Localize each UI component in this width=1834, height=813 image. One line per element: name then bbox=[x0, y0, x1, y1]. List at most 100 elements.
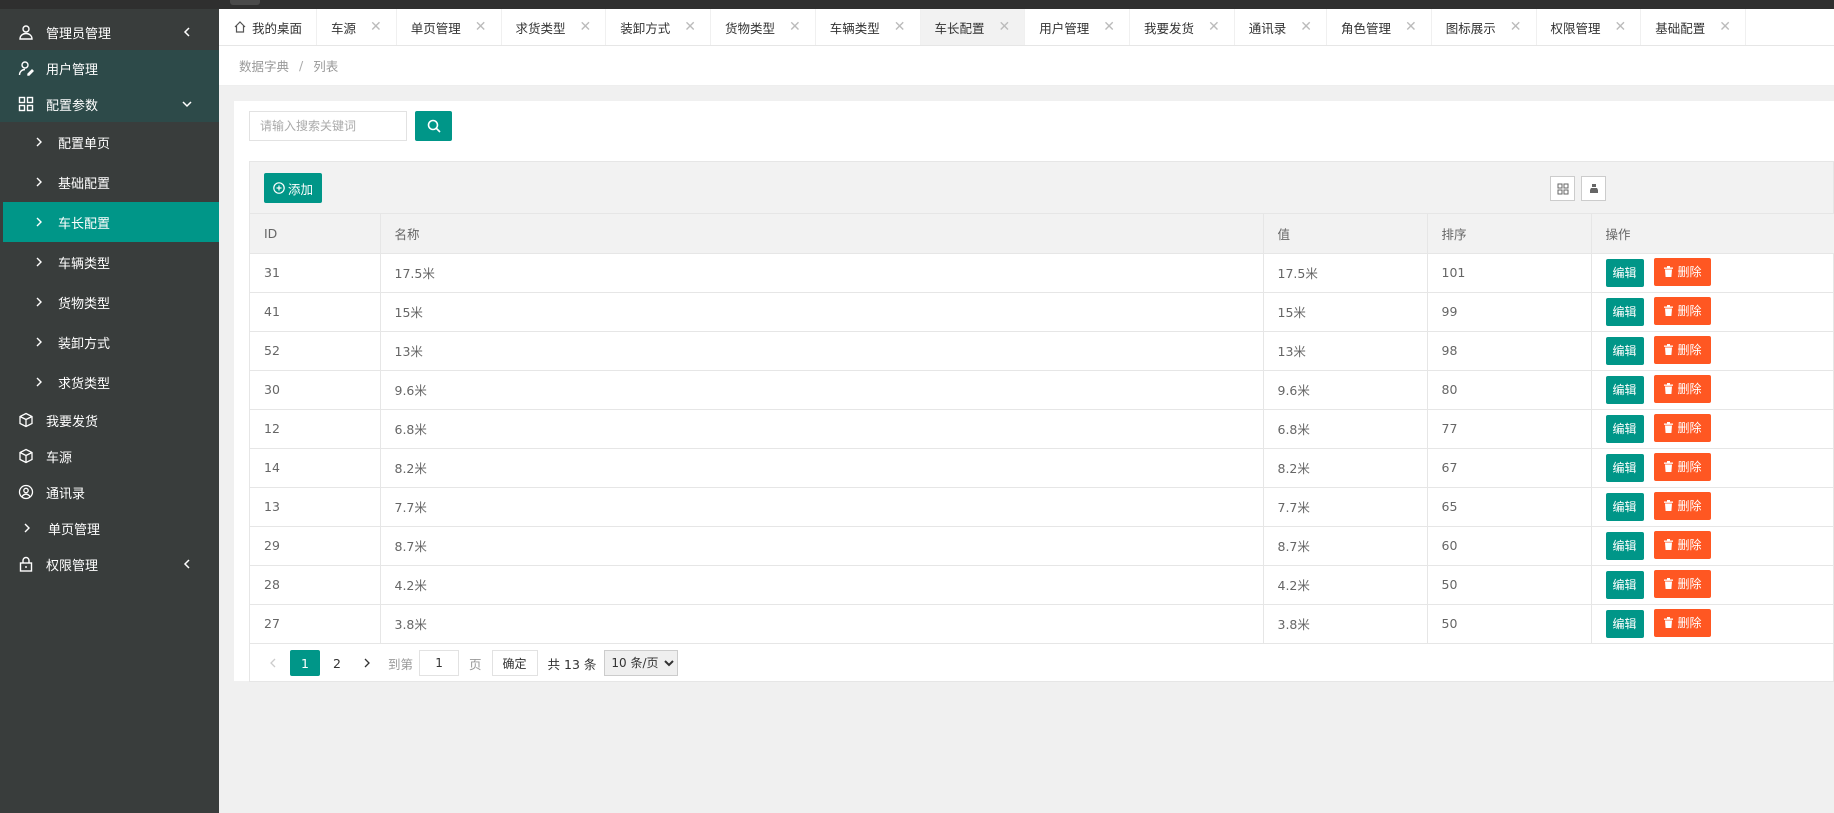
chevron-left-icon bbox=[181, 26, 193, 38]
close-icon[interactable]: ✕ bbox=[580, 19, 592, 35]
tab-12[interactable]: 图标展示 ✕ bbox=[1432, 9, 1537, 45]
cell-sort: 65 bbox=[1427, 487, 1592, 527]
edit-button[interactable]: 编辑 bbox=[1605, 337, 1644, 366]
export-button[interactable] bbox=[1581, 176, 1606, 201]
sidebar-item-users[interactable]: 用户管理 bbox=[0, 50, 219, 86]
sidebar-item-permissions[interactable]: 权限管理 bbox=[0, 546, 219, 582]
search-button[interactable] bbox=[415, 111, 452, 141]
tab-9[interactable]: 我要发货 ✕ bbox=[1130, 9, 1235, 45]
cell-value: 4.2米 bbox=[1263, 565, 1428, 605]
delete-button[interactable]: 删除 bbox=[1653, 608, 1711, 637]
page-button-2[interactable]: 2 bbox=[322, 650, 352, 676]
tab-5[interactable]: 货物类型 ✕ bbox=[711, 9, 816, 45]
goto-page-input[interactable] bbox=[419, 650, 460, 676]
close-icon[interactable]: ✕ bbox=[1103, 19, 1115, 35]
close-icon[interactable]: ✕ bbox=[1300, 19, 1312, 35]
search-input[interactable] bbox=[249, 111, 407, 141]
edit-button[interactable]: 编辑 bbox=[1605, 493, 1644, 522]
tab-14[interactable]: 基础配置 ✕ bbox=[1641, 9, 1747, 45]
edit-button[interactable]: 编辑 bbox=[1605, 454, 1644, 483]
sidebar-item-admin[interactable]: 管理员管理 bbox=[0, 14, 219, 50]
breadcrumb-separator: / bbox=[299, 58, 304, 73]
close-icon[interactable]: ✕ bbox=[999, 19, 1011, 35]
sidebar-subitem-demand-type[interactable]: 求货类型 bbox=[0, 362, 219, 402]
cell-sort: 50 bbox=[1427, 565, 1592, 605]
chevron-right-icon bbox=[34, 337, 44, 347]
close-icon[interactable]: ✕ bbox=[684, 19, 696, 35]
sidebar-item-vehicles[interactable]: 车源 bbox=[0, 438, 219, 474]
cell-value: 13米 bbox=[1263, 331, 1428, 371]
close-icon[interactable]: ✕ bbox=[1208, 19, 1220, 35]
close-icon[interactable]: ✕ bbox=[1719, 19, 1731, 35]
tab-label: 车长配置 bbox=[934, 20, 985, 36]
tab-bar: 我的桌面 车源 ✕ 单页管理 ✕ 求货类型 ✕ 装卸方式 ✕ 货物类型 ✕ 车辆类型 ✕ 车长配置 ✕ 用户管… bbox=[219, 9, 1834, 46]
add-button[interactable]: 添加 bbox=[264, 173, 323, 203]
edit-button[interactable]: 编辑 bbox=[1605, 376, 1644, 405]
delete-button[interactable]: 删除 bbox=[1653, 296, 1711, 325]
sidebar-subitem-cargo-type[interactable]: 货物类型 bbox=[0, 282, 219, 322]
cell-name: 4.2米 bbox=[380, 565, 1264, 605]
sidebar-subitem-length-config[interactable]: 车长配置 bbox=[3, 202, 219, 242]
sidebar-item-contacts[interactable]: 通讯录 bbox=[0, 474, 219, 510]
sidebar-item-config[interactable]: 配置参数 bbox=[0, 86, 219, 122]
cell-sort: 50 bbox=[1427, 604, 1592, 644]
breadcrumb-parent[interactable]: 数据字典 bbox=[239, 56, 289, 75]
sidebar-subitem-loading-method[interactable]: 装卸方式 bbox=[0, 322, 219, 362]
trash-icon bbox=[1663, 461, 1673, 473]
trash-icon bbox=[1663, 422, 1673, 434]
column-header-name[interactable]: 名称 bbox=[380, 214, 1264, 254]
sidebar-subitem-vehicle-type[interactable]: 车辆类型 bbox=[0, 242, 219, 282]
chevron-right-icon bbox=[34, 257, 44, 267]
close-icon[interactable]: ✕ bbox=[370, 19, 382, 35]
next-page-button[interactable] bbox=[352, 650, 382, 676]
tab-0[interactable]: 我的桌面 bbox=[219, 9, 318, 45]
trash-icon bbox=[1663, 266, 1673, 278]
goto-confirm-button[interactable]: 确定 bbox=[491, 650, 538, 676]
page-button-1[interactable]: 1 bbox=[290, 650, 320, 676]
sidebar-subitem-page-config[interactable]: 配置单页 bbox=[0, 122, 219, 162]
tab-10[interactable]: 通讯录 ✕ bbox=[1235, 9, 1328, 45]
tab-2[interactable]: 单页管理 ✕ bbox=[397, 9, 502, 45]
page-size-select[interactable]: 10 条/页 bbox=[604, 650, 679, 676]
close-icon[interactable]: ✕ bbox=[894, 19, 906, 35]
edit-button[interactable]: 编辑 bbox=[1605, 532, 1644, 561]
delete-button[interactable]: 删除 bbox=[1653, 257, 1711, 286]
close-icon[interactable]: ✕ bbox=[1615, 19, 1627, 35]
main-card: 添加 ID 名称 值 排序 操作 3117.5米17.5米101编辑删除4115… bbox=[234, 101, 1834, 682]
tab-8[interactable]: 用户管理 ✕ bbox=[1025, 9, 1131, 45]
edit-button[interactable]: 编辑 bbox=[1605, 415, 1644, 444]
tab-11[interactable]: 角色管理 ✕ bbox=[1327, 9, 1432, 45]
delete-button[interactable]: 删除 bbox=[1653, 413, 1711, 442]
tab-7[interactable]: 车长配置 ✕ bbox=[920, 9, 1026, 45]
close-icon[interactable]: ✕ bbox=[1510, 19, 1522, 35]
column-header-id[interactable]: ID bbox=[250, 214, 381, 254]
delete-button-label: 删除 bbox=[1677, 343, 1702, 358]
delete-button[interactable]: 删除 bbox=[1653, 374, 1711, 403]
cell-actions: 编辑 删除 bbox=[1591, 604, 1834, 644]
delete-button[interactable]: 删除 bbox=[1653, 530, 1711, 559]
close-icon[interactable]: ✕ bbox=[475, 19, 487, 35]
edit-button[interactable]: 编辑 bbox=[1605, 259, 1644, 288]
close-icon[interactable]: ✕ bbox=[789, 19, 801, 35]
edit-button[interactable]: 编辑 bbox=[1605, 571, 1644, 600]
column-header-value[interactable]: 值 bbox=[1263, 214, 1428, 254]
delete-button[interactable]: 删除 bbox=[1653, 452, 1711, 481]
tab-1[interactable]: 车源 ✕ bbox=[317, 9, 397, 45]
sidebar-item-ship[interactable]: 我要发货 bbox=[0, 402, 219, 438]
delete-button[interactable]: 删除 bbox=[1653, 569, 1711, 598]
sidebar-subitem-base-config[interactable]: 基础配置 bbox=[0, 162, 219, 202]
edit-button[interactable]: 编辑 bbox=[1605, 298, 1644, 327]
column-filter-button[interactable] bbox=[1550, 176, 1575, 201]
cell-id: 31 bbox=[250, 253, 381, 293]
edit-button[interactable]: 编辑 bbox=[1605, 610, 1644, 639]
tab-4[interactable]: 装卸方式 ✕ bbox=[606, 9, 712, 45]
delete-button[interactable]: 删除 bbox=[1653, 491, 1711, 520]
sidebar-item-pages[interactable]: 单页管理 bbox=[0, 510, 219, 546]
column-header-sort[interactable]: 排序 bbox=[1427, 214, 1592, 254]
tab-6[interactable]: 车辆类型 ✕ bbox=[816, 9, 921, 45]
delete-button[interactable]: 删除 bbox=[1653, 335, 1711, 364]
tab-13[interactable]: 权限管理 ✕ bbox=[1537, 9, 1642, 45]
close-icon[interactable]: ✕ bbox=[1405, 19, 1417, 35]
tab-3[interactable]: 求货类型 ✕ bbox=[502, 9, 607, 45]
prev-page-button[interactable] bbox=[258, 650, 288, 676]
